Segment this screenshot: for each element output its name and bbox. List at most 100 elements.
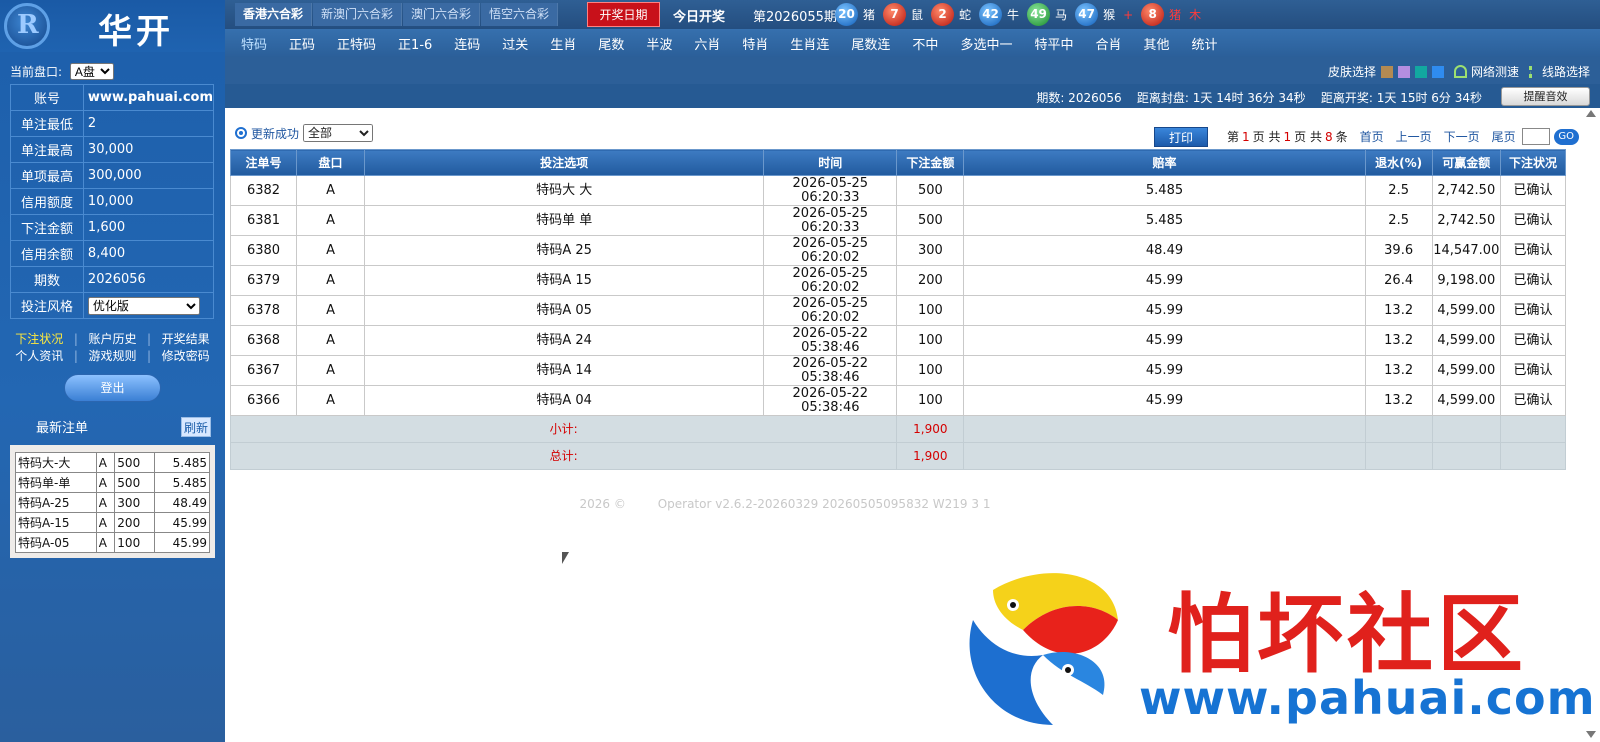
logout-button[interactable]: 登出	[64, 374, 161, 402]
refresh-button[interactable]: 刷新	[181, 417, 211, 437]
lottery-tab[interactable]: 新澳门六合彩	[313, 3, 403, 26]
table-row: 6366 A 特码A 04 2026-05-22 05:38:46 100 45.99 13…	[229, 385, 1567, 416]
go-button[interactable]: GO	[1553, 128, 1579, 145]
nav-tab[interactable]: 六肖	[694, 34, 720, 53]
recent-bet-row: 特码A-05 A 100 45.99	[15, 532, 211, 553]
update-radio-icon[interactable]	[235, 127, 247, 139]
column-header: 注单号	[229, 149, 298, 176]
line-select-link[interactable]: 线路选择	[1542, 63, 1590, 80]
draw-date-button[interactable]: 开奖日期	[587, 2, 660, 27]
page-number-input[interactable]	[1521, 128, 1550, 145]
column-header: 可赢金额	[1431, 149, 1501, 176]
order-option: 特码A 04	[364, 385, 765, 416]
sidebar-link[interactable]: 开奖结果	[162, 331, 210, 348]
sidebar-link[interactable]: 下注状况	[15, 331, 63, 348]
subtotal-row: 小计: 1,900	[229, 415, 1567, 443]
order-amount: 500	[896, 175, 965, 206]
speed-test-link[interactable]: 网络测速	[1471, 63, 1519, 80]
scroll-down-icon[interactable]	[1586, 731, 1596, 738]
pager-text: 条	[1335, 130, 1348, 144]
nav-tab[interactable]: 特码	[241, 34, 267, 53]
nav-tab[interactable]: 生肖连	[790, 34, 829, 53]
account-value: 8,400	[82, 240, 215, 267]
sidebar-link[interactable]: 修改密码	[162, 348, 210, 365]
recent-bet-row: 特码A-25 A 300 48.49	[15, 492, 211, 513]
sidebar-link[interactable]: 个人资讯	[15, 348, 63, 365]
print-button[interactable]: 打印	[1154, 127, 1208, 147]
order-option: 特码A 15	[364, 265, 765, 296]
nav-tab[interactable]: 正1-6	[398, 34, 432, 53]
order-odds: 45.99	[963, 385, 1366, 416]
bet-style-select[interactable]: 优化版	[87, 296, 200, 315]
order-winnable: 4,599.00	[1431, 325, 1501, 356]
order-amount: 100	[896, 385, 965, 416]
recent-bet-option: 特码单-单	[15, 472, 97, 493]
order-time: 2026-05-22 05:38:46	[763, 325, 898, 356]
nav-tab[interactable]: 过关	[502, 34, 528, 53]
account-key: 信用额度	[10, 188, 84, 215]
order-winnable: 2,742.50	[1431, 175, 1501, 206]
account-info-table: 账号 www.pahuai.com 单注最低 2 单注最高 30,000 单项最高 300,0…	[10, 84, 215, 319]
lottery-tab[interactable]: 澳门六合彩	[403, 3, 481, 26]
last-page-link[interactable]: 尾页	[1492, 128, 1516, 145]
filter-select[interactable]: 全部	[303, 124, 374, 142]
nav-tab[interactable]: 正特码	[337, 34, 376, 53]
update-status: 更新成功	[251, 126, 300, 141]
nav-tab[interactable]: 多选中一	[960, 34, 1012, 53]
order-id: 6379	[229, 265, 298, 296]
nav-tab[interactable]: 生肖	[550, 34, 576, 53]
nav-tab[interactable]: 不中	[912, 34, 938, 53]
sound-alert-button[interactable]: 提醒音效	[1501, 87, 1590, 106]
skin-swatch[interactable]	[1431, 65, 1444, 78]
pager-count: 8	[1324, 129, 1333, 144]
recent-bet-pan: A	[95, 452, 116, 473]
scroll-up-icon[interactable]	[1586, 110, 1596, 117]
column-header: 盘口	[296, 149, 366, 176]
recent-bet-odds: 5.485	[153, 472, 211, 493]
order-pan: A	[296, 325, 366, 356]
order-option: 特码A 25	[364, 235, 765, 266]
order-time: 2026-05-22 05:38:46	[763, 355, 898, 386]
pager-text: 页 共	[1294, 130, 1322, 144]
account-value: www.pahuai.com	[82, 84, 215, 111]
skin-swatch[interactable]	[1414, 65, 1427, 78]
next-page-link[interactable]: 下一页	[1444, 128, 1480, 145]
order-rebate: 13.2	[1364, 295, 1433, 326]
column-header: 下注金额	[896, 149, 965, 176]
account-row: 单项最高 300,000	[10, 162, 215, 189]
account-key: 账号	[10, 84, 84, 111]
account-key: 单项最高	[10, 162, 84, 189]
nav-tab[interactable]: 尾数	[598, 34, 624, 53]
footer-version: Operator v2.6.2-20260329 20260505095832 …	[657, 497, 991, 511]
nav-tab[interactable]: 半波	[646, 34, 672, 53]
nav-tab[interactable]: 正码	[289, 34, 315, 53]
pan-select[interactable]: A盘	[69, 63, 114, 80]
nav-tab[interactable]: 尾数连	[851, 34, 890, 53]
nav-tab[interactable]: 统计	[1192, 34, 1218, 53]
main-content: 更新成功 全部 打印 第 1 页 共 1 页 共 8 条 首页 上一页 下一页 …	[225, 108, 1600, 742]
nav-tab[interactable]: 特肖	[742, 34, 768, 53]
sidebar-link[interactable]: 游戏规则	[88, 348, 136, 365]
nav-tab[interactable]: 连码	[454, 34, 480, 53]
skin-swatch[interactable]	[1397, 65, 1410, 78]
table-row: 6379 A 特码A 15 2026-05-25 06:20:02 200 45.99 26…	[229, 265, 1567, 296]
order-rebate: 13.2	[1364, 355, 1433, 386]
account-row: 下注金额 1,600	[10, 214, 215, 241]
order-amount: 100	[896, 355, 965, 386]
order-id: 6382	[229, 175, 298, 206]
nav-tab[interactable]: 特平中	[1034, 34, 1073, 53]
subtotal-value: 1,900	[896, 415, 965, 443]
nav-tab[interactable]: 合肖	[1095, 34, 1121, 53]
prev-page-link[interactable]: 上一页	[1396, 128, 1432, 145]
countdown-bar: 期数: 2026056 距离封盘: 1天 14时 36分 34秒 距离开奖: 1…	[225, 84, 1600, 108]
nav-tab[interactable]: 其他	[1143, 34, 1169, 53]
lottery-tab[interactable]: 悟空六合彩	[481, 3, 559, 26]
order-status: 已确认	[1499, 235, 1567, 266]
first-page-link[interactable]: 首页	[1360, 128, 1384, 145]
order-pan: A	[296, 235, 366, 266]
skin-swatch[interactable]	[1380, 65, 1393, 78]
order-rebate: 13.2	[1364, 385, 1433, 416]
lottery-tab[interactable]: 香港六合彩	[235, 3, 313, 26]
sidebar-link[interactable]: 账户历史	[88, 331, 136, 348]
recent-bet-pan: A	[95, 512, 116, 533]
